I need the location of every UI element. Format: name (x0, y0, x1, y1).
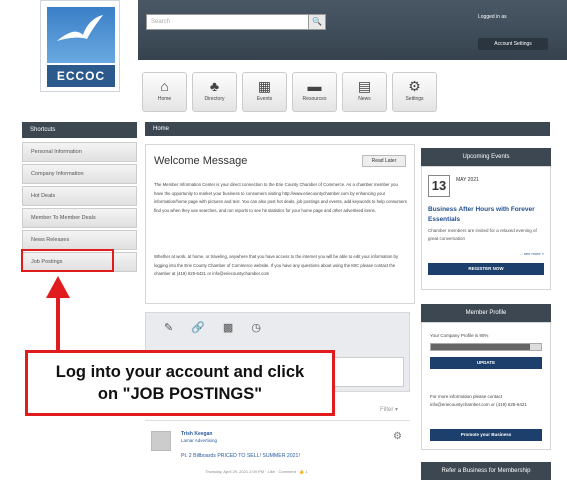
nav-resources[interactable]: ▬ Resources (292, 72, 337, 112)
header-bar (138, 0, 567, 60)
search-button[interactable]: 🔍 (308, 14, 326, 30)
sidebar-title: Shortcuts (22, 122, 137, 138)
nav-events-label: Events (256, 96, 273, 102)
member-profile-title: Member Profile (421, 304, 551, 322)
callout-line-2: on "JOB POSTINGS" (97, 385, 263, 403)
feed-filter[interactable]: Filter ▾ (380, 406, 398, 413)
link-icon[interactable]: 🔗 (191, 321, 205, 334)
nav-settings[interactable]: ⚙ Settings (392, 72, 437, 112)
upcoming-events-title: Upcoming Events (421, 148, 551, 166)
events-icon: ▦ (257, 78, 272, 94)
nav-home-label: Home (157, 96, 172, 102)
profile-progress-bar (430, 343, 542, 351)
welcome-title: Welcome Message (154, 155, 248, 167)
profile-completion-text: Your Company Profile is 90% (430, 333, 489, 338)
register-now-button[interactable]: REGISTER NOW (428, 263, 544, 275)
callout-arrow-head (46, 276, 70, 298)
image-icon[interactable]: ▩ (223, 321, 233, 334)
nav-news[interactable]: ▤ News (342, 72, 387, 112)
main-header-bar: Home (145, 122, 550, 136)
welcome-paragraph-2: Whether at work, at home, or traveling, … (154, 254, 399, 276)
job-postings-highlight (21, 249, 114, 272)
nav-directory-label: Directory (204, 96, 225, 102)
home-icon: ⌂ (160, 78, 169, 94)
search-icon: 🔍 (312, 17, 322, 26)
post-meta: Thursday, April 29, 2021 2:09 PM · Like … (205, 469, 308, 474)
nav-events[interactable]: ▦ Events (242, 72, 287, 112)
news-icon: ▤ (357, 78, 372, 94)
upcoming-events-panel: 13 MAY 2021 Business After Hours with Fo… (421, 166, 551, 290)
sidebar-item-member-to-member-deals[interactable]: Member To Member Deals (22, 208, 137, 228)
welcome-panel: Welcome Message Read Later The Member In… (145, 144, 415, 304)
post-author[interactable]: Trish Keegan (181, 431, 212, 437)
gear-icon[interactable]: ⚙ (393, 431, 402, 442)
see-more-link[interactable]: ... see more » (520, 251, 544, 256)
resources-icon: ▬ (307, 78, 322, 94)
callout-line-1: Log into your account and click (55, 363, 305, 381)
nav-resources-label: Resources (302, 96, 327, 102)
nav-news-label: News (358, 96, 371, 102)
member-profile-panel: Your Company Profile is 90% UPDATE For m… (421, 322, 551, 450)
seagull-icon (57, 15, 103, 41)
promote-business-button[interactable]: Promote your Business (430, 429, 542, 441)
feed-post: Trish Keegan Lamar Advertising Pt. 2 Bil… (145, 420, 410, 483)
settings-icon: ⚙ (408, 78, 421, 94)
post-company[interactable]: Lamar Advertising (181, 438, 217, 443)
profile-contact-text: For more information please contact info… (430, 394, 527, 407)
event-day: 13 (428, 175, 450, 197)
profile-progress-fill (431, 344, 530, 350)
nav-home[interactable]: ⌂ Home (142, 72, 187, 112)
eccoc-logo[interactable]: ECCOC (40, 0, 120, 92)
avatar[interactable] (151, 431, 171, 451)
refer-business-title[interactable]: Refer a Business for Membership (421, 462, 551, 480)
search-input[interactable]: Search (146, 14, 326, 30)
top-nav: ⌂ Home ♣ Directory ▦ Events ▬ Resources ▤ New… (142, 72, 437, 112)
directory-icon: ♣ (209, 78, 220, 94)
clock-icon[interactable]: ◷ (251, 321, 261, 334)
event-month: MAY 2021 (456, 177, 479, 183)
account-settings-button[interactable]: Account Settings (478, 38, 548, 50)
instruction-callout: Log into your account and click on "JOB … (25, 350, 335, 416)
read-later-button[interactable]: Read Later (362, 155, 406, 167)
sidebar-item-news-releases[interactable]: News Releases (22, 230, 137, 250)
pencil-icon[interactable]: ✎ (164, 321, 173, 334)
event-title[interactable]: Business After Hours with Forever Essent… (428, 205, 546, 225)
welcome-paragraph-1: The Member Information Center is your di… (154, 182, 407, 213)
sidebar-item-personal-information[interactable]: Personal Information (22, 142, 137, 162)
logo-text: ECCOC (47, 65, 115, 87)
logged-in-label: Logged in as (478, 14, 507, 20)
nav-settings-label: Settings (405, 96, 424, 102)
event-description: Chamber members are invited for a relaxe… (428, 228, 537, 241)
nav-directory[interactable]: ♣ Directory (192, 72, 237, 112)
update-button[interactable]: UPDATE (430, 357, 542, 369)
sidebar-item-hot-deals[interactable]: Hot Deals (22, 186, 137, 206)
sidebar-item-company-information[interactable]: Company Information (22, 164, 137, 184)
post-message[interactable]: Pt. 2 Billboards PRICED TO SELL! SUMMER … (181, 453, 300, 459)
callout-arrow-line (56, 296, 60, 352)
